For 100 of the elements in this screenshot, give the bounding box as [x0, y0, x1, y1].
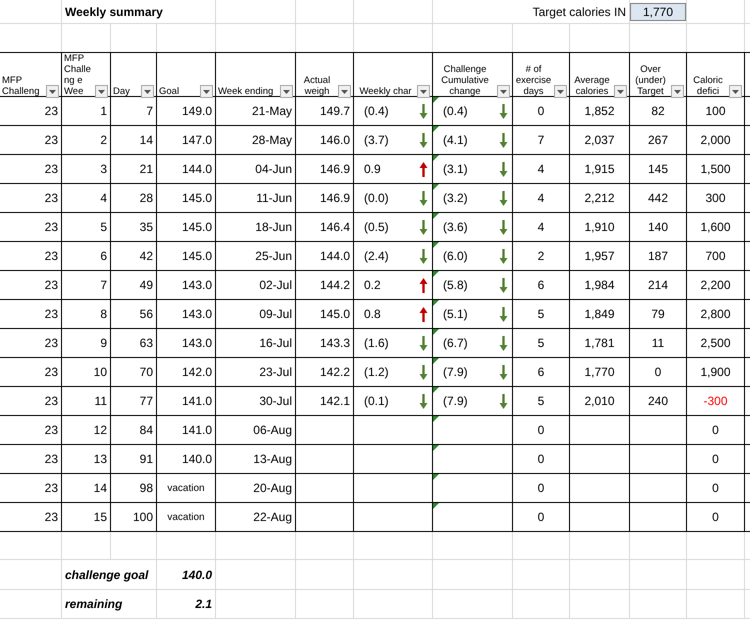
table-cell: 1,500 [700, 162, 731, 176]
column-header: Challenge Cumulative change [440, 64, 490, 97]
table-cell: 5 [538, 394, 544, 408]
column-header: Weekly char [358, 86, 413, 97]
table-cell: 2,010 [584, 394, 615, 408]
table-cell: (3.6) [443, 220, 468, 234]
corner-triangle-icon [433, 300, 439, 306]
table-cell: (7.9) [443, 394, 468, 408]
table-cell: 6 [538, 278, 544, 292]
column-header: MFP Challeng e Wee [64, 53, 92, 97]
target-calories-value: 1,770 [630, 2, 686, 20]
table-cell: 0 [538, 104, 544, 118]
summary-value: 2.1 [195, 597, 212, 611]
table-cell: 13 [94, 452, 107, 466]
filter-button[interactable] [614, 85, 627, 98]
corner-triangle-icon [433, 416, 439, 422]
table-cell: 5 [538, 336, 544, 350]
table-cell: (6.0) [443, 249, 468, 263]
table-cell: (2.4) [364, 249, 389, 263]
caret-icon [674, 90, 681, 94]
table-cell: 23 [44, 336, 58, 350]
table-cell: 146.4 [320, 220, 350, 234]
filter-button[interactable] [200, 85, 213, 98]
table-cell: 4 [538, 220, 544, 234]
table-cell: 28 [140, 191, 153, 205]
column-header: Week ending [218, 86, 274, 97]
table-cell: (5.1) [443, 307, 468, 321]
filter-button[interactable] [554, 85, 567, 98]
table-cell: 5 [100, 220, 107, 234]
target-label: Target calories IN [532, 4, 626, 18]
column-header: MFP Challeng [2, 75, 40, 97]
table-cell: 23-Jul [259, 365, 292, 379]
filter-button[interactable] [95, 85, 108, 98]
table-cell: 13-Aug [253, 452, 292, 466]
table-cell: 23 [44, 452, 58, 466]
table-cell: 11 [652, 336, 664, 350]
table-cell: 4 [538, 162, 544, 176]
filter-button[interactable] [141, 85, 154, 98]
table-cell: 2,000 [700, 133, 731, 147]
table-cell: 4 [100, 191, 107, 205]
table-cell: 23 [44, 278, 58, 292]
table-cell: 2,037 [584, 133, 615, 147]
table-cell: vacation [167, 512, 205, 522]
column-header: Goal [159, 86, 180, 97]
table-cell: 142.2 [320, 365, 350, 379]
table-cell: (5.8) [443, 278, 468, 292]
filter-button[interactable] [729, 85, 742, 98]
table-cell: 06-Aug [253, 423, 292, 437]
column-header: Caloric defici [692, 75, 724, 97]
table-cell: 187 [648, 249, 668, 263]
table-cell: 1 [100, 104, 107, 118]
filter-button[interactable] [338, 85, 351, 98]
table-cell: 141.0 [182, 394, 212, 408]
table-cell: 16-Jul [259, 336, 292, 350]
table-cell: 146.0 [320, 133, 350, 147]
filter-button[interactable] [46, 85, 59, 98]
table-cell: 35 [140, 220, 153, 234]
table-cell: (4.1) [443, 133, 468, 147]
table-cell: 6 [538, 365, 544, 379]
filter-button[interactable] [671, 85, 684, 98]
table-cell: 0.2 [364, 278, 381, 292]
table-cell: 98 [140, 481, 153, 495]
table-cell: 23 [44, 394, 58, 408]
table-cell: 240 [648, 394, 668, 408]
table-cell: (0.1) [364, 394, 389, 408]
corner-triangle-icon [433, 213, 439, 219]
table-cell: 11-Jun [256, 191, 292, 205]
table-cell: 79 [651, 307, 665, 321]
table-cell: 145.0 [182, 220, 212, 234]
table-cell: 82 [651, 104, 665, 118]
table-cell: 84 [140, 423, 153, 437]
caret-icon [283, 90, 290, 94]
column-header: Average calories [573, 75, 611, 97]
table-cell: 2 [100, 133, 107, 147]
table-cell: 145.0 [320, 307, 350, 321]
corner-triangle-icon [433, 184, 439, 190]
table-cell: 12 [94, 423, 107, 437]
table-cell: 1,781 [584, 336, 615, 350]
filter-button[interactable] [417, 85, 430, 98]
table-cell: (0.0) [364, 191, 389, 205]
table-cell: 146.9 [320, 191, 350, 205]
table-cell: 145.0 [182, 249, 212, 263]
table-cell: 0.8 [364, 307, 381, 321]
table-cell: 14 [140, 133, 153, 147]
table-cell: 145 [648, 162, 668, 176]
table-cell: 0 [538, 423, 544, 437]
table-cell: 141.0 [182, 423, 212, 437]
filter-button[interactable] [280, 85, 293, 98]
caret-icon [500, 90, 507, 94]
table-cell: 442 [648, 191, 668, 205]
table-cell: 0 [654, 365, 662, 379]
table-cell: 7 [146, 104, 153, 118]
table-cell: 267 [648, 133, 668, 147]
filter-button[interactable] [497, 85, 510, 98]
table-cell: 9 [100, 336, 107, 350]
table-cell: 144.2 [320, 278, 350, 292]
corner-triangle-icon [433, 387, 439, 393]
table-cell: 10 [94, 365, 107, 379]
table-cell: 1,915 [584, 162, 615, 176]
table-cell: 2,500 [700, 336, 731, 350]
